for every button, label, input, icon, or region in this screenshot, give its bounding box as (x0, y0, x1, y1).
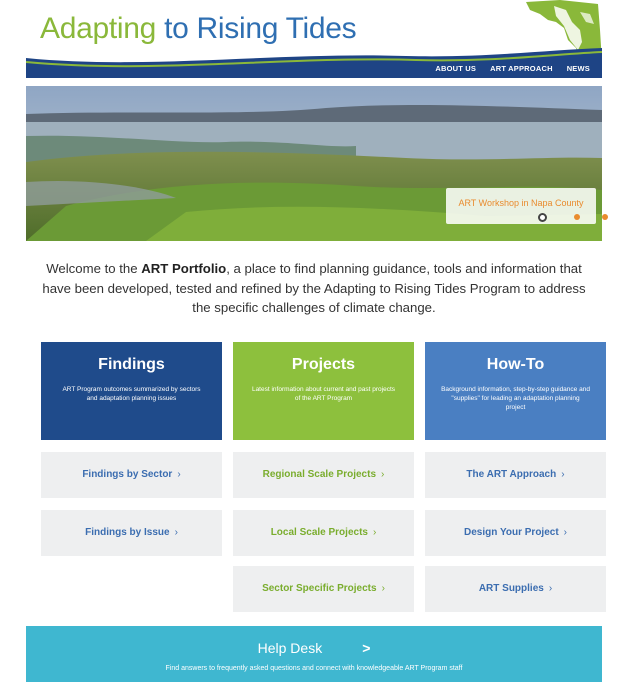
chevron-right-icon: › (561, 469, 565, 480)
intro-before: Welcome to the (46, 261, 142, 276)
slide-dot-1[interactable] (538, 213, 547, 222)
chevron-right-icon: › (381, 583, 385, 594)
link-label: Local Scale Projects (270, 527, 368, 538)
chevron-right-icon: › (174, 527, 178, 538)
slide-dot-2[interactable] (574, 214, 580, 220)
link-label: Sector Specific Projects (262, 583, 377, 594)
link-the-art-approach[interactable]: The ART Approach › (425, 452, 606, 498)
slide-dot-3[interactable] (602, 214, 608, 220)
nav-news[interactable]: NEWS (567, 61, 590, 77)
help-desk-banner[interactable]: Help Desk > Find answers to frequently as… (26, 626, 602, 682)
chevron-right-icon: › (177, 469, 181, 480)
help-desk-title-row: Help Desk > (26, 640, 602, 656)
howto-desc: Background information, step-by-step gui… (441, 386, 590, 411)
findings-card[interactable]: Findings ART Program outcomes summarized… (41, 342, 222, 440)
chevron-right-icon: › (372, 527, 377, 538)
findings-title: Findings (98, 356, 165, 373)
intro-bold[interactable]: ART Portfolio (141, 261, 226, 276)
link-art-supplies[interactable]: ART Supplies › (425, 566, 606, 612)
projects-desc: Latest information about current and pas… (251, 386, 396, 402)
link-label: Findings by Sector (82, 469, 173, 480)
slide-dots (422, 213, 608, 224)
arrow-right-icon: > (362, 640, 371, 656)
projects-title: Projects (291, 356, 356, 373)
link-findings-by-issue[interactable]: Findings by Issue › (41, 510, 222, 556)
link-label: Design Your Project (464, 527, 559, 538)
nav-art-approach[interactable]: ART APPROACH (490, 61, 553, 77)
chevron-right-icon: › (381, 469, 385, 480)
intro-text: Welcome to the ART Portfolio, a place to… (36, 259, 592, 318)
link-label: Regional Scale Projects (262, 469, 377, 480)
howto-card[interactable]: How-To Background information, step-by-s… (425, 342, 606, 440)
link-label: Findings by Issue (85, 527, 170, 538)
hero-caption: ART Workshop in Napa County (458, 198, 584, 208)
main-nav: ABOUT US ART APPROACH NEWS (435, 61, 602, 77)
link-label: The ART Approach (466, 469, 557, 480)
chevron-right-icon: › (548, 583, 553, 594)
link-regional-scale-projects[interactable]: Regional Scale Projects › (233, 452, 414, 498)
link-local-scale-projects[interactable]: Local Scale Projects › (233, 510, 414, 556)
link-design-your-project[interactable]: Design Your Project › (425, 510, 606, 556)
projects-card[interactable]: Projects Latest information about curren… (233, 342, 414, 440)
howto-title: How-To (486, 356, 545, 373)
help-desk-desc: Find answers to frequently asked questio… (165, 665, 463, 672)
link-sector-specific-projects[interactable]: Sector Specific Projects › (233, 566, 414, 612)
site-header: Adapting to Rising Tides ABOUT US ART AP… (26, 0, 602, 80)
link-findings-by-sector[interactable]: Findings by Sector › (41, 452, 222, 498)
nav-about-us[interactable]: ABOUT US (435, 61, 476, 77)
findings-desc: ART Program outcomes summarized by secto… (62, 386, 201, 402)
help-desk-title: Help Desk (257, 640, 323, 656)
link-label: ART Supplies (478, 583, 544, 594)
chevron-right-icon: › (563, 527, 567, 538)
